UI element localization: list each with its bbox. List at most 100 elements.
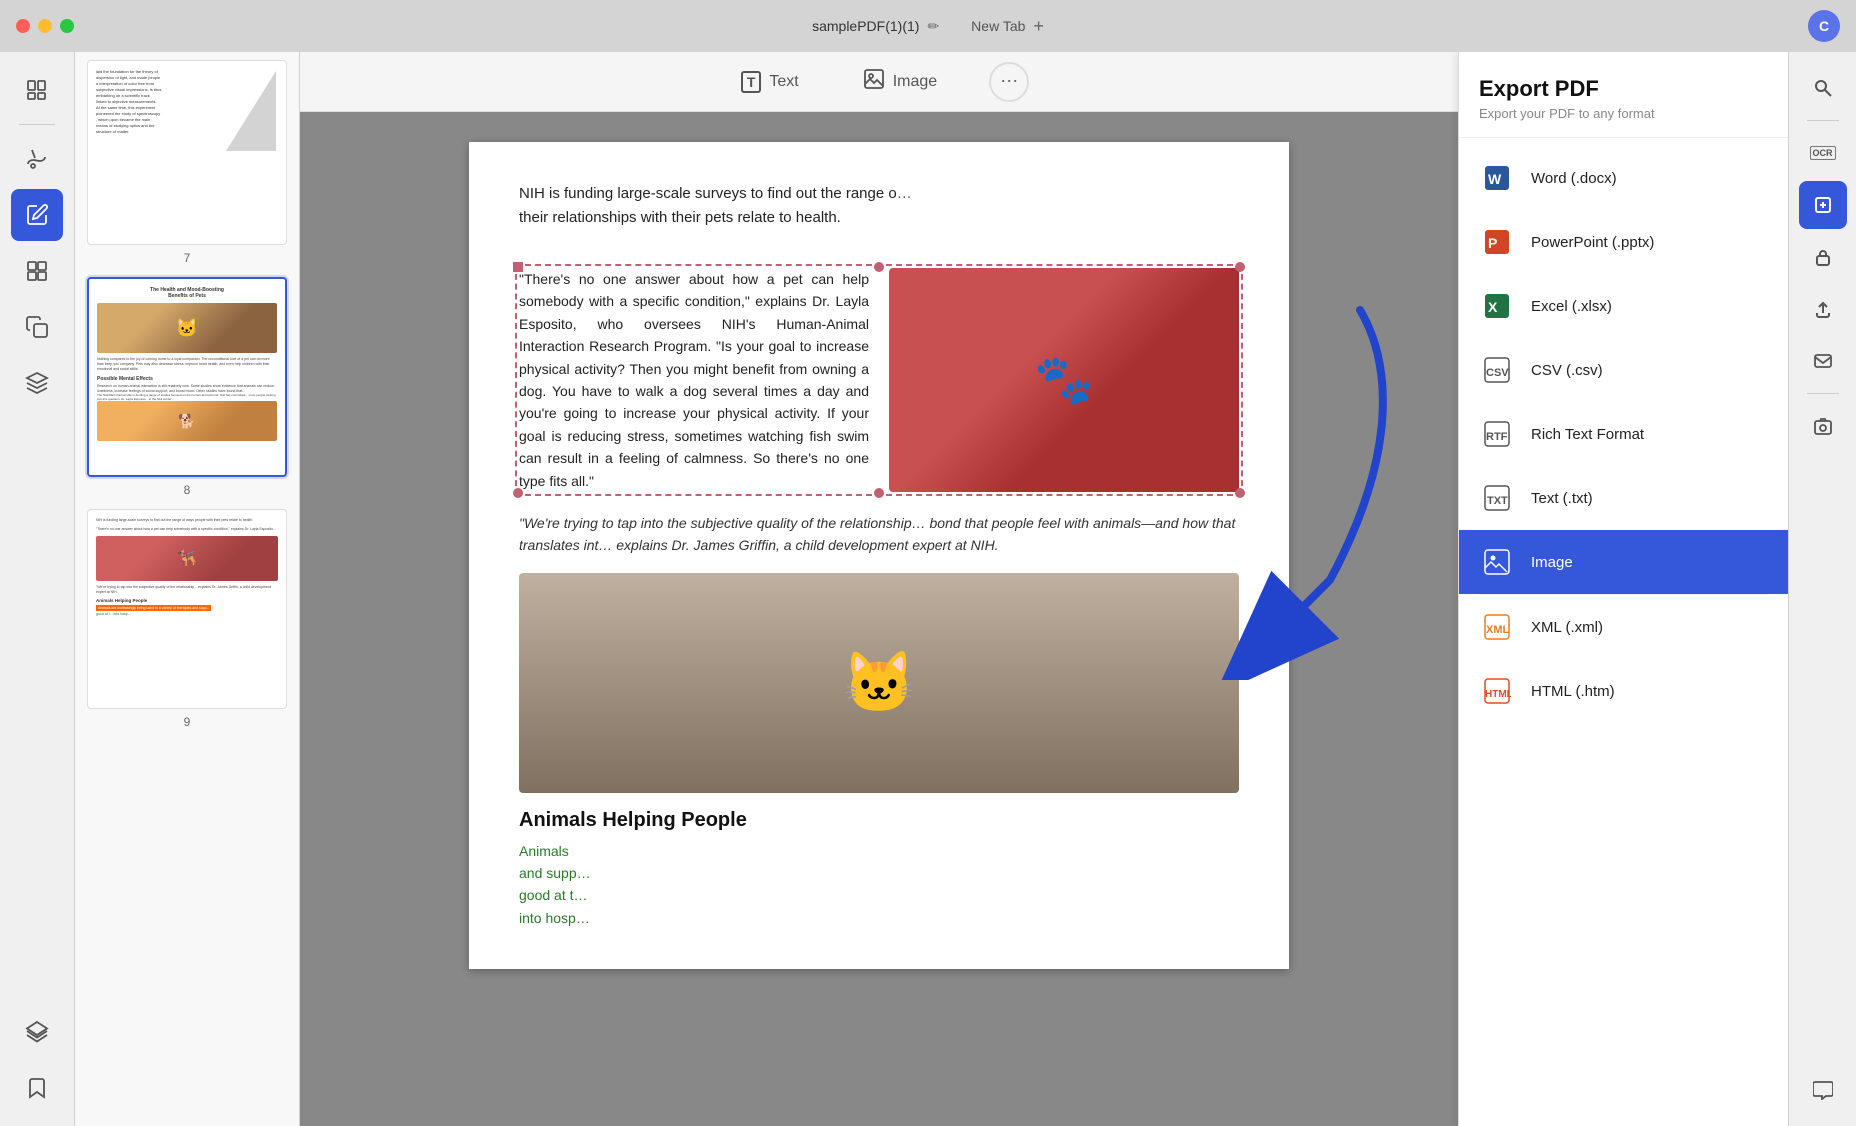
rsidebar-divider-1 <box>1807 120 1839 121</box>
word-icon: W <box>1479 160 1515 196</box>
export-panel: Export PDF Export your PDF to any format… <box>1458 52 1788 1126</box>
titlebar: samplePDF(1)(1) ✏ New Tab + C <box>0 0 1856 52</box>
minimize-button[interactable] <box>38 19 52 33</box>
more-options-btn[interactable]: ⋯ <box>989 62 1029 102</box>
new-tab-button[interactable]: + <box>1033 16 1044 37</box>
export-item-ppt-label: PowerPoint (.pptx) <box>1531 234 1654 251</box>
thumb9-green: Animals are increasingly being used in a… <box>96 605 278 611</box>
export-subtitle: Export your PDF to any format <box>1479 106 1768 121</box>
export-item-html[interactable]: HTML HTML (.htm) <box>1459 659 1788 723</box>
thumb-page-num-8: 8 <box>184 483 191 497</box>
page-content-8: NIH is funding large-scale surveys to fi… <box>469 142 1289 969</box>
html-icon: HTML <box>1479 673 1515 709</box>
export-item-txt-label: Text (.txt) <box>1531 490 1593 507</box>
avatar[interactable]: C <box>1808 10 1840 42</box>
thumb9-text3: "We're trying to tap into the subjective… <box>96 585 278 595</box>
export-item-csv[interactable]: CSV CSV (.csv) <box>1459 338 1788 402</box>
svg-text:RTF: RTF <box>1486 431 1508 443</box>
txt-icon: TXT <box>1479 480 1515 516</box>
export-item-word[interactable]: W Word (.docx) <box>1459 146 1788 210</box>
handle-tl <box>513 262 523 272</box>
chat-btn[interactable] <box>1799 1066 1847 1114</box>
new-tab-area: New Tab + <box>971 16 1044 37</box>
handle-tr <box>1235 262 1245 272</box>
thumb8-text: Nothing compares to the joy of coming ho… <box>97 357 277 372</box>
bottom-image: 🐱 <box>519 573 1239 793</box>
svg-text:W: W <box>1488 171 1502 187</box>
sidebar-item-text-edit[interactable] <box>11 189 63 241</box>
export-item-image[interactable]: Image <box>1459 530 1788 594</box>
export-header: Export PDF Export your PDF to any format <box>1459 52 1788 138</box>
text-toolbar-icon: T <box>741 71 762 93</box>
export-btn[interactable] <box>1799 181 1847 229</box>
thumb8-nih-text: The NIH/Mars Partnership is funding a ra… <box>97 393 277 401</box>
content-area: T Text Image ⋯ NIH is fundi <box>300 52 1458 1126</box>
thumb-page-num-9: 9 <box>184 715 191 729</box>
sidebar-item-stamp[interactable] <box>11 357 63 409</box>
export-item-txt[interactable]: TXT Text (.txt) <box>1459 466 1788 530</box>
thumb9-image: 🐕‍🦺 <box>96 536 278 581</box>
thumbnail-page-8[interactable]: The Health and Mood-BoostingBenefits of … <box>83 277 291 497</box>
thumb9-green2: good at t... into hosp... <box>96 612 278 617</box>
titlebar-center: samplePDF(1)(1) ✏ New Tab + <box>812 16 1044 37</box>
thumb8-title: The Health and Mood-BoostingBenefits of … <box>97 287 277 299</box>
export-item-excel-label: Excel (.xlsx) <box>1531 298 1612 315</box>
sidebar-item-pages[interactable] <box>11 64 63 116</box>
text-toolbar-btn[interactable]: T Text <box>729 65 811 99</box>
image-toolbar-icon <box>863 68 885 95</box>
thumbnail-page-9[interactable]: NIH is funding large-scale surveys to fi… <box>83 509 291 729</box>
thumb-card-8[interactable]: The Health and Mood-BoostingBenefits of … <box>87 277 287 477</box>
share-btn[interactable] <box>1799 285 1847 333</box>
sidebar-item-layers[interactable] <box>11 1006 63 1058</box>
svg-text:TXT: TXT <box>1487 495 1508 507</box>
svg-text:X: X <box>1488 299 1498 315</box>
article-heading: Animals Helping People <box>519 809 1239 832</box>
export-title: Export PDF <box>1479 76 1768 102</box>
thumb7-triangle <box>226 71 276 156</box>
thumb9-text2: "There's no one answer about how a pet c… <box>96 527 278 532</box>
italic-quote: "We're trying to tap into the subjective… <box>519 512 1239 557</box>
sidebar-item-bookmark[interactable] <box>11 1062 63 1114</box>
csv-icon: CSV <box>1479 352 1515 388</box>
right-sidebar: OCR <box>1788 52 1856 1126</box>
export-item-image-label: Image <box>1531 554 1573 571</box>
image-export-icon <box>1479 544 1515 580</box>
export-item-excel[interactable]: X Excel (.xlsx) <box>1459 274 1788 338</box>
tab-title-text: samplePDF(1)(1) <box>812 18 919 34</box>
sidebar-item-brush[interactable] <box>11 133 63 185</box>
edit-icon[interactable]: ✏ <box>927 18 939 35</box>
active-tab[interactable]: samplePDF(1)(1) ✏ <box>812 18 939 35</box>
close-button[interactable] <box>16 19 30 33</box>
lock-btn[interactable] <box>1799 233 1847 281</box>
ocr-label: OCR <box>1810 146 1836 160</box>
content-toolbar: T Text Image ⋯ <box>300 52 1458 112</box>
rtf-icon: RTF <box>1479 416 1515 452</box>
sidebar-item-grid[interactable] <box>11 245 63 297</box>
search-btn[interactable] <box>1799 64 1847 112</box>
ocr-btn[interactable]: OCR <box>1799 129 1847 177</box>
handle-tc <box>874 262 884 272</box>
para1: NIH is funding large-scale surveys to fi… <box>519 182 1239 230</box>
thumb9-text1: NIH is funding large-scale surveys to fi… <box>96 518 278 523</box>
ppt-icon: P <box>1479 224 1515 260</box>
rsidebar-divider-2 <box>1807 393 1839 394</box>
thumb-card-7[interactable]: laid the foundation for the theory ofdis… <box>87 60 287 245</box>
snapshot-btn[interactable] <box>1799 402 1847 450</box>
pdf-page: NIH is funding large-scale surveys to fi… <box>300 112 1458 1126</box>
thumb8-effects-text: Research on human-animal interaction is … <box>97 384 277 394</box>
fullscreen-button[interactable] <box>60 19 74 33</box>
export-item-rtf[interactable]: RTF Rich Text Format <box>1459 402 1788 466</box>
email-btn[interactable] <box>1799 337 1847 385</box>
export-item-xml-label: XML (.xml) <box>1531 619 1603 636</box>
xml-icon: XML <box>1479 609 1515 645</box>
main-layout: laid the foundation for the theory ofdis… <box>0 52 1856 1126</box>
export-item-word-label: Word (.docx) <box>1531 170 1617 187</box>
sidebar-item-copy[interactable] <box>11 301 63 353</box>
handle-br <box>1235 488 1245 498</box>
thumb-card-9[interactable]: NIH is funding large-scale surveys to fi… <box>87 509 287 709</box>
thumbnail-page-7[interactable]: laid the foundation for the theory ofdis… <box>83 60 291 265</box>
export-item-xml[interactable]: XML XML (.xml) <box>1459 595 1788 659</box>
image-toolbar-btn[interactable]: Image <box>851 62 949 101</box>
export-item-csv-label: CSV (.csv) <box>1531 362 1603 379</box>
export-item-ppt[interactable]: P PowerPoint (.pptx) <box>1459 210 1788 274</box>
